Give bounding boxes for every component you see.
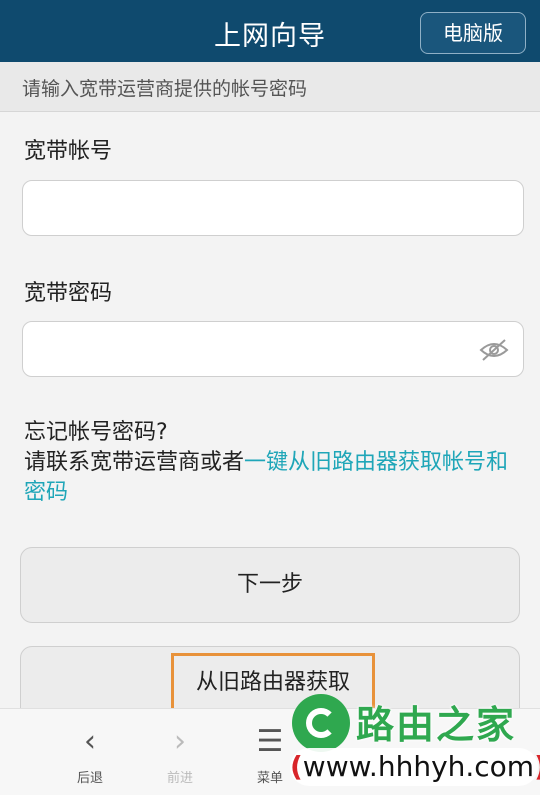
account-label: 宽带帐号 [24,139,113,164]
forward-label: 前进 [166,771,193,786]
forward-icon: › [174,724,186,759]
top-bar: 上网向导 电脑版 [0,0,540,62]
next-step-button[interactable]: 下一步 [20,547,520,623]
hint-text: 请输入宽带运营商提供的帐号密码 [22,78,308,100]
forgot-prefix: 请联系宽带运营商或者 [24,450,245,475]
forgot-section: 忘记帐号密码? 请联系宽带运营商或者一键从旧路由器获取帐号和密码 [24,418,524,508]
password-input[interactable] [22,321,524,377]
hint-bar: 请输入宽带运营商提供的帐号密码 [0,62,540,112]
back-label: 后退 [76,771,103,786]
forgot-question: 忘记帐号密码? [24,420,168,445]
forward-button[interactable]: › 前进 [150,724,210,787]
back-button[interactable]: ‹ 后退 [60,724,120,787]
site-logo-icon [292,694,350,752]
password-label: 宽带密码 [24,281,113,306]
eye-hidden-icon[interactable] [479,336,509,364]
back-icon: ‹ [84,724,96,759]
watermark-brand: 路由之家 [356,703,517,747]
account-input[interactable] [22,180,524,236]
pc-version-button[interactable]: 电脑版 [420,12,526,54]
watermark: 路由之家 (www.hhhyh.com) [290,688,540,794]
watermark-url: (www.hhhyh.com) [290,748,540,786]
